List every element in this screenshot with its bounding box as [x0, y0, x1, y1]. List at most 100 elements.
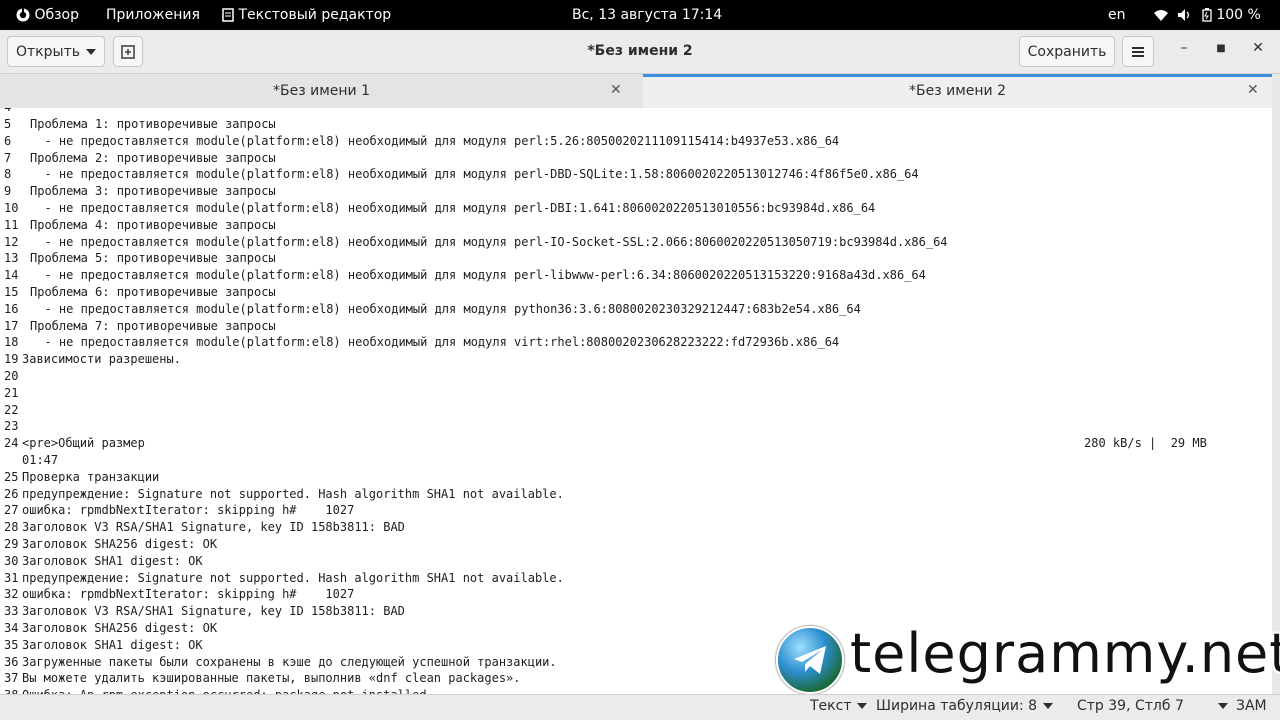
- line-number: 32: [4, 587, 19, 602]
- text-editor-area[interactable]: 4 5 Проблема 1: противоречивые запросы 6 -…: [0, 108, 1272, 694]
- editor-line: 14 - не предоставляется module(platform:…: [4, 267, 926, 284]
- maximize-button[interactable]: ■: [1211, 43, 1231, 54]
- line-number: 26: [4, 486, 19, 501]
- editor-line: 26 предупреждение: Signature not supporte…: [4, 486, 564, 503]
- line-number: 4: [4, 108, 22, 116]
- scrollbar[interactable]: [1272, 74, 1280, 694]
- editor-line: 6 - не предоставляется module(platform:e…: [4, 133, 839, 150]
- active-app-label: Текстовый редактор: [238, 7, 392, 23]
- minimize-button[interactable]: –: [1174, 40, 1194, 56]
- line-text: - не предоставляется module(platform:el8…: [30, 301, 861, 316]
- line-number: 17: [4, 318, 19, 333]
- tab-width-selector[interactable]: Ширина табуляции: 8: [876, 698, 1054, 714]
- tab-close-icon[interactable]: ✕: [1247, 82, 1259, 98]
- menu-button[interactable]: [1122, 36, 1154, 67]
- close-icon: ✕: [1252, 40, 1264, 56]
- tab-close-icon[interactable]: ✕: [610, 82, 622, 98]
- tab-label: *Без имени 2: [909, 83, 1006, 99]
- activities-button[interactable]: Обзор: [16, 7, 79, 23]
- editor-line: 35 Заголовок SHA1 digest: OK: [4, 637, 203, 654]
- line-number: 21: [4, 385, 19, 400]
- active-app-menu[interactable]: Текстовый редактор: [222, 7, 391, 23]
- line-text: - не предоставляется module(platform:el8…: [30, 234, 948, 249]
- line-number: 5: [4, 117, 12, 131]
- syntax-label: Текст: [810, 698, 852, 714]
- editor-line: 32 ошибка: rpmdbNextIterator: skipping h#…: [4, 586, 354, 603]
- header-bar: Открыть *Без имени 2 Сохранить – ■ ✕: [0, 30, 1280, 74]
- line-text: Заголовок V3 RSA/SHA1 Signature, key ID …: [22, 520, 405, 535]
- insert-mode-indicator[interactable]: ЗАМ: [1236, 698, 1267, 714]
- editor-line: 20: [4, 368, 22, 385]
- editor-line: 7 Проблема 2: противоречивые запросы: [4, 150, 276, 167]
- editor-line: 13 Проблема 5: противоречивые запросы: [4, 250, 276, 267]
- editor-line: 17 Проблема 7: противоречивые запросы: [4, 318, 276, 335]
- tab-width-label: Ширина табуляции: 8: [876, 698, 1038, 714]
- line-text: предупреждение: Signature not supported.…: [22, 486, 564, 501]
- editor-line: 21: [4, 385, 22, 402]
- editor-line: 29 Заголовок SHA256 digest: OK: [4, 536, 217, 553]
- line-number: 13: [4, 251, 19, 266]
- line-text: Загруженные пакеты были сохранены в кэше…: [22, 654, 557, 669]
- syntax-selector[interactable]: Текст: [810, 698, 868, 714]
- line-number: 7: [4, 150, 12, 165]
- fedora-logo-icon: [16, 8, 30, 22]
- line-text: - не предоставляется module(platform:el8…: [30, 167, 919, 182]
- clock[interactable]: Вс, 13 августа 17:14: [572, 7, 722, 23]
- tab-document-1[interactable]: *Без имени 1 ✕: [0, 74, 643, 108]
- line-text: предупреждение: Signature not supported.…: [22, 570, 564, 585]
- line-number: 27: [4, 503, 19, 518]
- line-text: ошибка: rpmdbNextIterator: skipping h# 1…: [22, 503, 355, 518]
- minimize-icon: –: [1180, 40, 1188, 56]
- line-number: 35: [4, 637, 19, 652]
- editor-line: 38Ошибка: An rpm exception occurred: pac…: [4, 687, 427, 694]
- text-editor-icon: [222, 8, 234, 22]
- line-number: 38: [4, 687, 22, 694]
- line-text: Проблема 2: противоречивые запросы: [30, 150, 276, 165]
- editor-line: 37 Вы можете удалить кэшированные пакеты,…: [4, 670, 521, 687]
- line-text: Проверка транзакции: [22, 469, 160, 484]
- close-button[interactable]: ✕: [1248, 40, 1268, 56]
- line-text: Заголовок SHA256 digest: OK: [22, 621, 218, 635]
- editor-line: 16 - не предоставляется module(platform:…: [4, 301, 861, 318]
- line-number: 37: [4, 671, 19, 686]
- line-text: Зависимости разрешены.: [22, 352, 181, 367]
- line-number: 31: [4, 570, 19, 585]
- editor-line: 28 Заголовок V3 RSA/SHA1 Signature, key I…: [4, 519, 405, 536]
- line-number: 9: [4, 184, 12, 199]
- line-number: 20: [4, 369, 19, 383]
- tab-label: *Без имени 1: [273, 83, 370, 99]
- keyboard-layout[interactable]: en: [1108, 7, 1126, 23]
- applications-menu[interactable]: Приложения: [106, 7, 200, 23]
- line-text: - не предоставляется module(platform:el8…: [30, 133, 840, 148]
- editor-line: 27 ошибка: rpmdbNextIterator: skipping h#…: [4, 502, 354, 519]
- editor-line: 01:47: [4, 452, 58, 469]
- line-number: 36: [4, 654, 19, 669]
- editor-line: 36 Загруженные пакеты были сохранены в кэ…: [4, 654, 557, 671]
- line-text: Проблема 1: противоречивые запросы: [30, 117, 276, 131]
- line-number: 34: [4, 621, 19, 635]
- line-text: Проблема 4: противоречивые запросы: [30, 217, 276, 232]
- line-number: 18: [4, 335, 19, 350]
- line-number: 25: [4, 469, 19, 484]
- line-text: - не предоставляется module(platform:el8…: [30, 268, 926, 283]
- line-number: 6: [4, 133, 12, 148]
- save-button[interactable]: Сохранить: [1019, 36, 1115, 67]
- system-menu[interactable]: 100 %: [1153, 7, 1261, 23]
- cursor-position-selector[interactable]: Стр 39, Стлб 7: [1077, 698, 1228, 714]
- cursor-position-label: Стр 39, Стлб 7: [1077, 698, 1184, 714]
- editor-line: 30 Заголовок SHA1 digest: OK: [4, 553, 203, 570]
- line-number: 8: [4, 167, 12, 182]
- chevron-down-icon: [857, 703, 868, 709]
- editor-line: 31 предупреждение: Signature not supporte…: [4, 570, 564, 587]
- line-number: 11: [4, 217, 19, 232]
- wifi-icon: [1154, 10, 1168, 21]
- line-text: - не предоставляется module(platform:el8…: [30, 335, 840, 350]
- line-text: - не предоставляется module(platform:el8…: [30, 201, 876, 215]
- line-text: 01:47: [22, 453, 59, 467]
- line-text: Заголовок SHA1 digest: OK: [22, 553, 203, 568]
- tab-document-2[interactable]: *Без имени 2 ✕: [643, 74, 1272, 108]
- editor-line: 4: [4, 108, 22, 116]
- battery-percent: 100 %: [1216, 7, 1261, 23]
- editor-line: 10 - не предоставляется module(platform:…: [4, 200, 875, 217]
- editor-line: 19 Зависимости разрешены.: [4, 351, 181, 368]
